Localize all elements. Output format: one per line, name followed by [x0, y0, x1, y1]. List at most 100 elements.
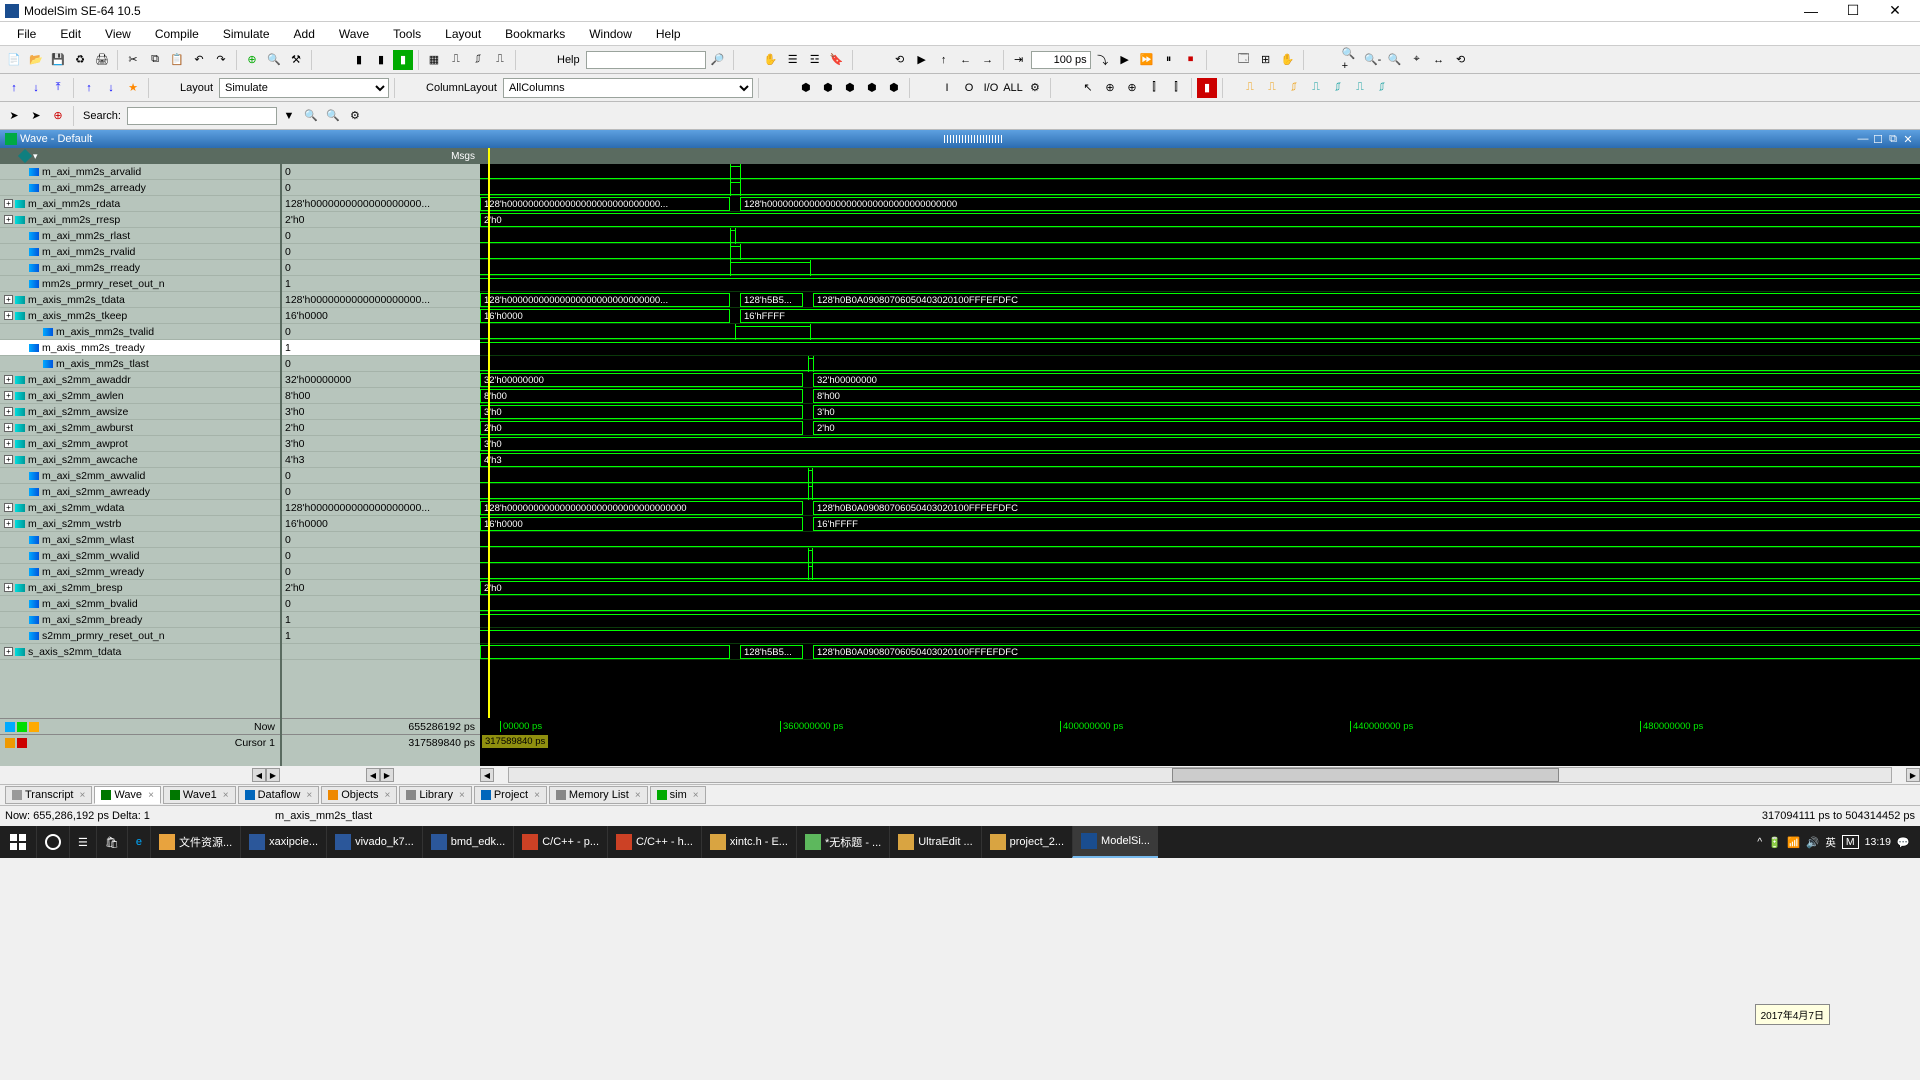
tab-close-icon[interactable]: × — [635, 790, 641, 801]
list2-icon[interactable]: ☲ — [805, 50, 825, 70]
expand-icon[interactable]: + — [4, 295, 13, 304]
scroll-right-btn[interactable]: ▶ — [266, 768, 280, 782]
signal-row[interactable]: +m_axis_mm2s_tdata — [0, 292, 280, 308]
window-icon[interactable]: 🗔 — [1234, 50, 1254, 70]
menu-edit[interactable]: Edit — [48, 24, 93, 44]
tile-icon[interactable]: ⊞ — [1256, 50, 1276, 70]
break-icon[interactable]: ✋ — [761, 50, 781, 70]
group3-icon[interactable]: ⬢ — [840, 78, 860, 98]
expand-icon[interactable]: + — [4, 199, 13, 208]
signal-value[interactable]: 0 — [282, 564, 480, 580]
menu-compile[interactable]: Compile — [143, 24, 211, 44]
signal-value[interactable]: 0 — [282, 596, 480, 612]
signal-row[interactable]: +m_axi_s2mm_awaddr — [0, 372, 280, 388]
signal-row[interactable]: +m_axi_s2mm_awburst — [0, 420, 280, 436]
signal-value[interactable]: 3'h0 — [282, 404, 480, 420]
signal-row[interactable]: m_axi_mm2s_rready — [0, 260, 280, 276]
signal-row[interactable]: +m_axi_s2mm_awprot — [0, 436, 280, 452]
up-icon[interactable]: ↑ — [934, 50, 954, 70]
tray-battery-icon[interactable]: 🔋 — [1768, 836, 1781, 849]
pause-icon[interactable]: ⏸ — [1159, 50, 1179, 70]
group4-icon[interactable]: ⬢ — [862, 78, 882, 98]
wave-row[interactable]: 3'h0 — [480, 436, 1920, 452]
signal-value[interactable]: 0 — [282, 532, 480, 548]
taskbar-item[interactable]: vivado_k7... — [326, 826, 422, 858]
cursor3-icon[interactable]: ⫿ — [1144, 78, 1164, 98]
group5-icon[interactable]: ⬢ — [884, 78, 904, 98]
search-prev-icon[interactable]: 🔍 — [301, 106, 321, 126]
wave-either-icon[interactable]: ⎍ — [490, 50, 510, 70]
tab-close-icon[interactable]: × — [148, 790, 154, 801]
wave-row[interactable] — [480, 548, 1920, 564]
zoom-full-icon[interactable]: 🔍 — [1385, 50, 1405, 70]
signal-row[interactable]: +m_axi_s2mm_bresp — [0, 580, 280, 596]
nav-down-icon[interactable]: ↓ — [26, 78, 46, 98]
run1-icon[interactable]: ▶ — [1115, 50, 1135, 70]
menu-layout[interactable]: Layout — [433, 24, 493, 44]
wave-maximize-button[interactable]: ☐ — [1871, 132, 1885, 146]
nav2-down-icon[interactable]: ↓ — [101, 78, 121, 98]
tab-close-icon[interactable]: × — [223, 790, 229, 801]
signal-value[interactable]: 128'h0000000000000000000... — [282, 292, 480, 308]
signal-value[interactable]: 0 — [282, 244, 480, 260]
signal-row[interactable]: m_axis_mm2s_tready — [0, 340, 280, 356]
nav2-jump-icon[interactable]: ★ — [123, 78, 143, 98]
signal-value[interactable]: 16'h0000 — [282, 516, 480, 532]
signal-row[interactable]: m_axi_s2mm_wready — [0, 564, 280, 580]
columnlayout-select[interactable]: AllColumns — [503, 78, 753, 98]
wave-format-icon[interactable]: ▦ — [424, 50, 444, 70]
tab-close-icon[interactable]: × — [534, 790, 540, 801]
wave-undock-button[interactable]: ⧉ — [1886, 132, 1900, 146]
wave-row[interactable] — [480, 340, 1920, 356]
tab-memory list[interactable]: Memory List× — [549, 786, 648, 804]
new-icon[interactable]: 📄 — [4, 50, 24, 70]
radix4-icon[interactable]: ALL — [1003, 78, 1023, 98]
signal-row[interactable]: m_axi_mm2s_rvalid — [0, 244, 280, 260]
compile-icon[interactable]: ⚒ — [286, 50, 306, 70]
wave-row[interactable]: 2'h02'h02'h0 — [480, 420, 1920, 436]
edge1-icon[interactable]: ⎍ — [1240, 78, 1260, 98]
signal-value[interactable]: 8'h00 — [282, 388, 480, 404]
expand-icon[interactable]: + — [4, 583, 13, 592]
lock-icon[interactable] — [5, 738, 15, 748]
signal-row[interactable]: m_axi_s2mm_wlast — [0, 532, 280, 548]
run-icon[interactable]: ▶ — [912, 50, 932, 70]
hscroll-left[interactable]: ◀ — [480, 768, 494, 782]
reload-icon[interactable]: ♻ — [70, 50, 90, 70]
signal-row[interactable]: m_axi_mm2s_rlast — [0, 228, 280, 244]
signal-names-panel[interactable]: ▾ m_axi_mm2s_arvalidm_axi_mm2s_arready+m… — [0, 148, 280, 718]
signal-value[interactable]: 1 — [282, 628, 480, 644]
cortana-button[interactable] — [36, 826, 69, 858]
tab-project[interactable]: Project× — [474, 786, 547, 804]
tray-volume-icon[interactable]: 🔊 — [1806, 836, 1819, 849]
copy-icon[interactable]: ⧉ — [145, 50, 165, 70]
wave-toggle-icon[interactable]: ▮ — [393, 50, 413, 70]
expand-icon[interactable]: + — [4, 503, 13, 512]
signal-value[interactable]: 2'h0 — [282, 420, 480, 436]
cursor2-icon[interactable]: ⊕ — [1122, 78, 1142, 98]
layout-select[interactable]: Simulate — [219, 78, 389, 98]
group1-icon[interactable]: ⬢ — [796, 78, 816, 98]
radix2-icon[interactable]: O — [959, 78, 979, 98]
restart-icon[interactable]: ⟲ — [890, 50, 910, 70]
tab-transcript[interactable]: Transcript× — [5, 786, 92, 804]
expand-icon[interactable]: + — [4, 311, 13, 320]
taskbar-item[interactable]: ModelSi... — [1072, 826, 1158, 858]
wave-row[interactable] — [480, 260, 1920, 276]
signal-value[interactable]: 0 — [282, 164, 480, 180]
taskbar-item[interactable]: UltraEdit ... — [889, 826, 980, 858]
tab-wave1[interactable]: Wave1× — [163, 786, 236, 804]
menu-window[interactable]: Window — [577, 24, 644, 44]
signal-row[interactable]: m_axi_s2mm_bready — [0, 612, 280, 628]
start-button[interactable] — [0, 826, 36, 858]
scroll-right-btn2[interactable]: ▶ — [380, 768, 394, 782]
wave-row[interactable] — [480, 532, 1920, 548]
wave-rising-icon[interactable]: ⎍ — [446, 50, 466, 70]
signal-value[interactable]: 16'h0000 — [282, 308, 480, 324]
list-icon[interactable]: ☰ — [783, 50, 803, 70]
wave-row[interactable] — [480, 244, 1920, 260]
tab-close-icon[interactable]: × — [80, 790, 86, 801]
delta-icon[interactable]: ▮ — [1197, 78, 1217, 98]
signal-value[interactable]: 0 — [282, 260, 480, 276]
scrollbar-thumb[interactable] — [1172, 768, 1559, 782]
